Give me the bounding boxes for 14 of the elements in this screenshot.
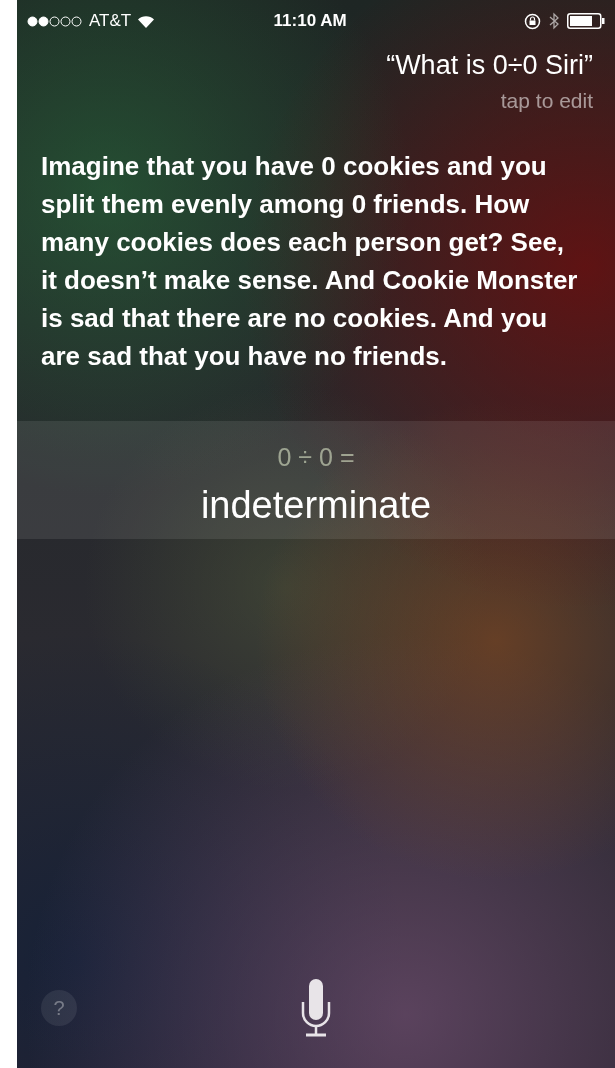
- result-value: indeterminate: [200, 484, 432, 527]
- clock-time: 11:10 AM: [273, 11, 347, 31]
- signal-icon: [27, 15, 83, 27]
- siri-response: Imagine that you have 0 cookies and you split them evenly among 0 friends. How many cookies does each person get? See, it doesn’t make sense. And Cookie Monster is sad that there are no cookies. And you are sad that you have no friends.: [40, 150, 579, 373]
- carrier-name: AT&T: [89, 11, 132, 31]
- math-expression: 0 ÷ 0 =: [277, 443, 355, 472]
- microphone-icon[interactable]: [301, 979, 331, 1037]
- wifi-icon: [137, 14, 156, 28]
- battery-icon: [567, 13, 605, 29]
- bluetooth-icon: [549, 12, 559, 30]
- tap-to-edit-hint[interactable]: tap to edit: [17, 81, 615, 113]
- help-button[interactable]: ?: [41, 990, 77, 1026]
- spoken-query[interactable]: “What is 0÷0 Siri”: [17, 42, 615, 81]
- rotation-lock-icon: [524, 12, 541, 30]
